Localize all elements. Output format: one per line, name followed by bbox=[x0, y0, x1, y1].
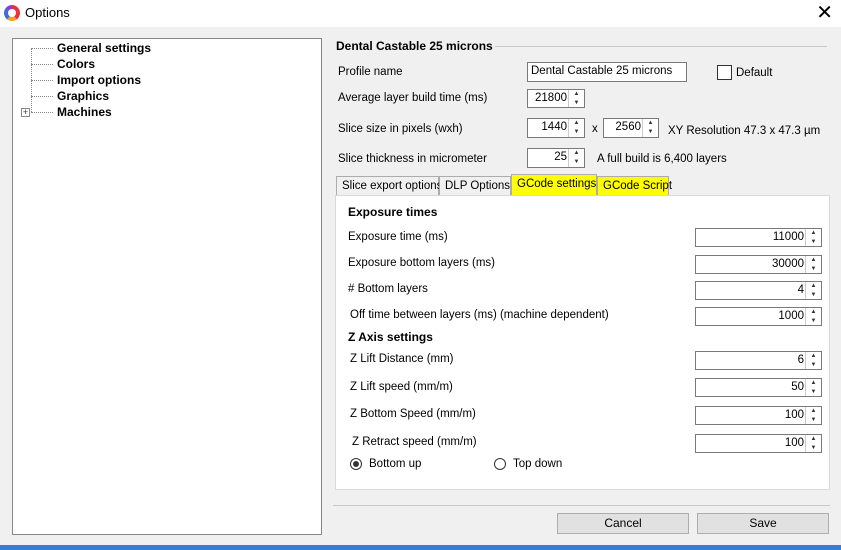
spin-down-icon[interactable]: ▼ bbox=[806, 416, 821, 425]
spin-up-icon[interactable]: ▲ bbox=[806, 407, 821, 416]
spin-down-icon[interactable]: ▼ bbox=[806, 444, 821, 453]
off-time-label: Off time between layers (ms) (machine de… bbox=[350, 309, 609, 321]
full-build-text: A full build is 6,400 layers bbox=[597, 153, 727, 165]
z-lift-distance-value: 6 bbox=[797, 354, 804, 366]
tree-connector bbox=[31, 64, 53, 65]
title-bar: Options ✕ bbox=[0, 0, 841, 27]
spin-down-icon[interactable]: ▼ bbox=[806, 291, 821, 300]
footer-divider bbox=[333, 505, 830, 506]
exposure-time-stepper[interactable]: 11000 ▲ ▼ bbox=[695, 228, 822, 247]
tree-connector bbox=[31, 112, 53, 113]
bottom-up-label: Bottom up bbox=[369, 458, 422, 470]
bottom-layers-label: # Bottom layers bbox=[348, 283, 428, 295]
tree-item-colors[interactable]: Colors bbox=[57, 57, 95, 71]
z-lift-distance-label: Z Lift Distance (mm) bbox=[350, 353, 454, 365]
expand-icon[interactable]: + bbox=[21, 108, 30, 117]
tab-slice-export-options[interactable]: Slice export options bbox=[336, 176, 442, 195]
tab-gcode-settings[interactable]: GCode settings bbox=[511, 174, 597, 196]
spin-down-icon[interactable]: ▼ bbox=[806, 265, 821, 274]
exposure-bottom-stepper[interactable]: 30000 ▲ ▼ bbox=[695, 255, 822, 274]
tree-item-machines[interactable]: Machines bbox=[57, 105, 112, 119]
section-divider bbox=[495, 46, 827, 47]
z-lift-speed-label: Z Lift speed (mm/m) bbox=[350, 381, 453, 393]
tree-connector bbox=[31, 80, 53, 81]
bottom-layers-value: 4 bbox=[797, 284, 804, 296]
off-time-stepper[interactable]: 1000 ▲ ▼ bbox=[695, 307, 822, 326]
spin-down-icon[interactable]: ▼ bbox=[569, 158, 584, 167]
exposure-time-label: Exposure time (ms) bbox=[348, 231, 448, 243]
spin-up-icon[interactable]: ▲ bbox=[806, 256, 821, 265]
off-time-value: 1000 bbox=[778, 310, 804, 322]
exposure-time-value: 11000 bbox=[772, 231, 804, 243]
z-retract-speed-stepper[interactable]: 100 ▲ ▼ bbox=[695, 434, 822, 453]
settings-tree[interactable]: General settings Colors Import options G… bbox=[12, 38, 322, 535]
spin-up-icon[interactable]: ▲ bbox=[806, 352, 821, 361]
tab-dlp-options[interactable]: DLP Options bbox=[439, 176, 511, 195]
spin-up-icon[interactable]: ▲ bbox=[806, 229, 821, 238]
close-icon[interactable]: ✕ bbox=[816, 2, 833, 24]
z-bottom-speed-stepper[interactable]: 100 ▲ ▼ bbox=[695, 406, 822, 425]
section-title: Dental Castable 25 microns bbox=[336, 39, 493, 53]
spin-up-icon[interactable]: ▲ bbox=[643, 119, 658, 128]
xy-resolution-text: XY Resolution 47.3 x 47.3 µm bbox=[668, 125, 821, 137]
spin-down-icon[interactable]: ▼ bbox=[806, 317, 821, 326]
gcode-settings-panel: Exposure times Exposure time (ms) 11000 … bbox=[335, 195, 830, 490]
z-lift-speed-stepper[interactable]: 50 ▲ ▼ bbox=[695, 378, 822, 397]
z-retract-speed-label: Z Retract speed (mm/m) bbox=[352, 436, 477, 448]
exposure-bottom-value: 30000 bbox=[772, 258, 804, 270]
cancel-button[interactable]: Cancel bbox=[557, 513, 689, 534]
z-bottom-speed-value: 100 bbox=[784, 409, 804, 421]
tree-connector bbox=[31, 48, 53, 49]
z-axis-heading: Z Axis settings bbox=[348, 330, 433, 344]
z-lift-distance-stepper[interactable]: 6 ▲ ▼ bbox=[695, 351, 822, 370]
spin-up-icon[interactable]: ▲ bbox=[569, 149, 584, 158]
exposure-bottom-label: Exposure bottom layers (ms) bbox=[348, 257, 495, 269]
tree-item-graphics[interactable]: Graphics bbox=[57, 89, 109, 103]
app-logo-icon bbox=[4, 5, 20, 21]
spin-up-icon[interactable]: ▲ bbox=[569, 90, 584, 99]
slice-height-stepper[interactable]: 2560 ▲ ▼ bbox=[603, 118, 659, 138]
spin-down-icon[interactable]: ▼ bbox=[643, 128, 658, 137]
default-label: Default bbox=[736, 67, 773, 79]
bottom-up-radio[interactable] bbox=[350, 458, 362, 470]
tree-item-general-settings[interactable]: General settings bbox=[57, 41, 151, 55]
spin-down-icon[interactable]: ▼ bbox=[569, 99, 584, 108]
spin-up-icon[interactable]: ▲ bbox=[806, 308, 821, 317]
slice-width-stepper[interactable]: 1440 ▲ ▼ bbox=[527, 118, 585, 138]
tab-gcode-script[interactable]: GCode Script bbox=[597, 176, 672, 195]
slice-thickness-value: 25 bbox=[554, 151, 567, 163]
avg-build-time-label: Average layer build time (ms) bbox=[338, 92, 488, 104]
slice-size-label: Slice size in pixels (wxh) bbox=[338, 123, 463, 135]
taskbar-edge bbox=[0, 545, 841, 550]
spin-down-icon[interactable]: ▼ bbox=[806, 361, 821, 370]
z-bottom-speed-label: Z Bottom Speed (mm/m) bbox=[350, 408, 476, 420]
spin-down-icon[interactable]: ▼ bbox=[569, 128, 584, 137]
save-button[interactable]: Save bbox=[697, 513, 829, 534]
spin-up-icon[interactable]: ▲ bbox=[806, 282, 821, 291]
top-down-label: Top down bbox=[513, 458, 563, 470]
tree-connector bbox=[31, 96, 53, 97]
z-retract-speed-value: 100 bbox=[784, 437, 804, 449]
tree-item-import-options[interactable]: Import options bbox=[57, 73, 141, 87]
spin-down-icon[interactable]: ▼ bbox=[806, 388, 821, 397]
spin-down-icon[interactable]: ▼ bbox=[806, 238, 821, 247]
default-checkbox[interactable] bbox=[717, 65, 732, 80]
top-down-radio[interactable] bbox=[494, 458, 506, 470]
spin-up-icon[interactable]: ▲ bbox=[806, 379, 821, 388]
avg-build-time-stepper[interactable]: 21800 ▲ ▼ bbox=[527, 89, 585, 108]
z-lift-speed-value: 50 bbox=[791, 381, 804, 393]
exposure-times-heading: Exposure times bbox=[348, 205, 438, 219]
slice-width-value: 1440 bbox=[541, 121, 567, 133]
bottom-layers-stepper[interactable]: 4 ▲ ▼ bbox=[695, 281, 822, 300]
profile-name-label: Profile name bbox=[338, 66, 403, 78]
avg-build-time-value: 21800 bbox=[535, 92, 567, 104]
slice-thickness-stepper[interactable]: 25 ▲ ▼ bbox=[527, 148, 585, 168]
spin-up-icon[interactable]: ▲ bbox=[806, 435, 821, 444]
profile-name-input[interactable]: Dental Castable 25 microns bbox=[527, 62, 687, 82]
slice-height-value: 2560 bbox=[615, 121, 641, 133]
slice-thickness-label: Slice thickness in micrometer bbox=[338, 153, 487, 165]
window-title: Options bbox=[25, 5, 70, 20]
size-separator: x bbox=[592, 123, 598, 135]
spin-up-icon[interactable]: ▲ bbox=[569, 119, 584, 128]
